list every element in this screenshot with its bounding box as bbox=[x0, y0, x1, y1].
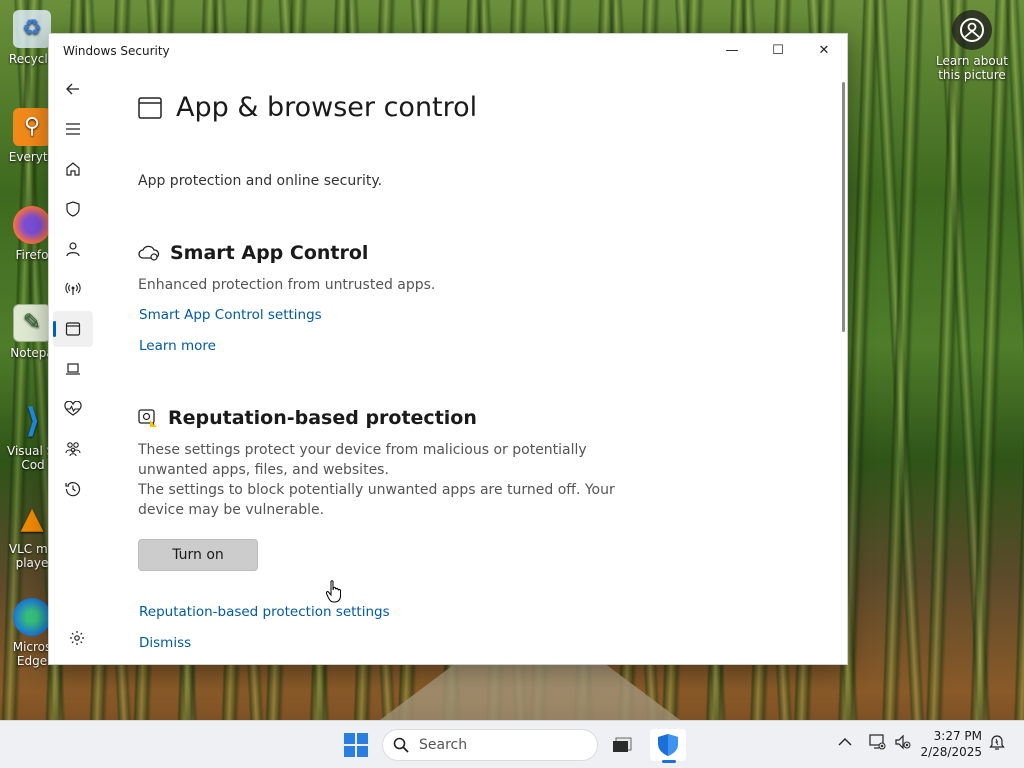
reputation-protection-title: Reputation-based protection bbox=[168, 407, 477, 429]
home-icon bbox=[66, 162, 80, 176]
gear-icon bbox=[70, 631, 84, 645]
desktop-icon-label: Firefo bbox=[15, 248, 49, 262]
notification-bell-icon bbox=[989, 735, 1005, 750]
app-browser-icon bbox=[138, 96, 162, 119]
title-bar[interactable]: Windows Security — ☐ ✕ bbox=[49, 34, 847, 67]
taskbar: Search 3:27 PM 2/28/2025 bbox=[0, 720, 1024, 768]
window-title: Windows Security bbox=[63, 43, 170, 58]
nav-item-account-protection[interactable] bbox=[53, 231, 93, 267]
family-options-icon bbox=[65, 442, 81, 457]
hand-pointer-cursor-icon bbox=[325, 580, 341, 603]
turn-on-button[interactable]: Turn on bbox=[138, 539, 258, 571]
minimize-button[interactable]: — bbox=[709, 34, 755, 67]
nav-item-device-health[interactable] bbox=[53, 391, 93, 427]
dismiss-link[interactable]: Dismiss bbox=[139, 635, 191, 651]
reputation-warning-desc: The settings to block potentially unwant… bbox=[138, 482, 615, 518]
page-subtitle: App protection and online security. bbox=[138, 173, 383, 189]
search-placeholder: Search bbox=[419, 737, 468, 753]
windows-logo-icon bbox=[344, 733, 355, 744]
windows-security-window: Windows Security — ☐ ✕ App & browser con… bbox=[48, 33, 848, 665]
taskbar-app-windows-security[interactable] bbox=[650, 729, 686, 763]
terminal-icon bbox=[613, 737, 632, 752]
search-icon bbox=[393, 737, 409, 753]
app-browser-icon bbox=[65, 322, 81, 336]
nav-item-settings[interactable] bbox=[57, 620, 97, 656]
smart-app-control-title: Smart App Control bbox=[170, 242, 369, 264]
learn-more-link[interactable]: Learn more bbox=[139, 338, 216, 354]
back-arrow-icon bbox=[66, 83, 79, 95]
page-header: App & browser control bbox=[138, 92, 477, 123]
firewall-network-icon bbox=[65, 282, 81, 295]
chevron-up-icon bbox=[838, 738, 852, 746]
speaker-muted-icon bbox=[895, 734, 911, 750]
start-button[interactable] bbox=[344, 733, 368, 757]
menu-button[interactable] bbox=[53, 111, 93, 147]
learn-about-picture-label: Learn about this picture bbox=[936, 54, 1008, 82]
network-status-button[interactable] bbox=[868, 733, 886, 755]
camera-info-icon bbox=[952, 10, 992, 50]
firefox-icon bbox=[13, 206, 51, 244]
smart-app-control-icon bbox=[138, 245, 160, 261]
nav-item-device-security[interactable] bbox=[53, 351, 93, 387]
smart-app-control-desc: Enhanced protection from untrusted apps. bbox=[138, 277, 436, 293]
account-person-icon bbox=[66, 242, 80, 257]
reputation-protection-desc: These settings protect your device from … bbox=[138, 442, 587, 478]
vscode-icon: ⟩ bbox=[25, 401, 41, 441]
windows-security-shield-icon bbox=[658, 734, 678, 756]
recycle-bin-icon: ♻ bbox=[13, 10, 51, 48]
nav-sidebar bbox=[49, 67, 97, 664]
desktop-icon-label: Micros Edge bbox=[12, 640, 52, 668]
nav-item-home[interactable] bbox=[53, 151, 93, 187]
vertical-scrollbar[interactable] bbox=[842, 82, 845, 332]
taskbar-search[interactable]: Search bbox=[382, 729, 598, 761]
vlc-icon: ▲ bbox=[20, 501, 44, 536]
notifications-button[interactable] bbox=[988, 733, 1006, 755]
nav-item-family-options[interactable] bbox=[53, 431, 93, 467]
show-hidden-icons-button[interactable] bbox=[838, 735, 852, 751]
clock-time: 3:27 PM bbox=[933, 729, 982, 743]
protection-history-icon bbox=[65, 482, 81, 497]
smart-app-control-settings-link[interactable]: Smart App Control settings bbox=[139, 307, 322, 323]
notepad-icon: ✎ bbox=[13, 304, 51, 342]
everything-search-icon: ⚲ bbox=[13, 108, 51, 146]
shield-icon bbox=[66, 201, 80, 217]
device-health-heart-icon bbox=[64, 401, 82, 416]
device-security-laptop-icon bbox=[66, 363, 80, 375]
nav-item-app-browser-control[interactable] bbox=[53, 311, 93, 347]
close-button[interactable]: ✕ bbox=[801, 34, 847, 67]
back-button[interactable] bbox=[53, 71, 93, 107]
maximize-button[interactable]: ☐ bbox=[755, 34, 801, 67]
learn-about-picture[interactable]: Learn about this picture bbox=[932, 10, 1012, 82]
network-disconnected-icon bbox=[869, 734, 886, 750]
windows-logo-tile bbox=[344, 746, 355, 757]
taskbar-app-terminal[interactable] bbox=[604, 729, 640, 761]
reputation-warning-icon bbox=[138, 409, 157, 427]
reputation-protection-header: Reputation-based protection bbox=[138, 407, 477, 429]
nav-item-virus-protection[interactable] bbox=[53, 191, 93, 227]
volume-button[interactable] bbox=[894, 733, 912, 755]
nav-item-firewall[interactable] bbox=[53, 271, 93, 307]
nav-item-protection-history[interactable] bbox=[53, 471, 93, 507]
main-content: App & browser control App protection and… bbox=[138, 67, 833, 664]
clock-date: 2/28/2025 bbox=[920, 745, 982, 759]
windows-logo-tile bbox=[357, 733, 368, 744]
windows-logo-tile bbox=[357, 746, 368, 757]
smart-app-control-header: Smart App Control bbox=[138, 242, 368, 264]
hamburger-menu-icon bbox=[66, 123, 80, 135]
edge-icon bbox=[13, 598, 51, 636]
reputation-protection-settings-link[interactable]: Reputation-based protection settings bbox=[139, 604, 390, 620]
page-title: App & browser control bbox=[176, 92, 478, 123]
taskbar-clock[interactable]: 3:27 PM 2/28/2025 bbox=[920, 728, 982, 760]
